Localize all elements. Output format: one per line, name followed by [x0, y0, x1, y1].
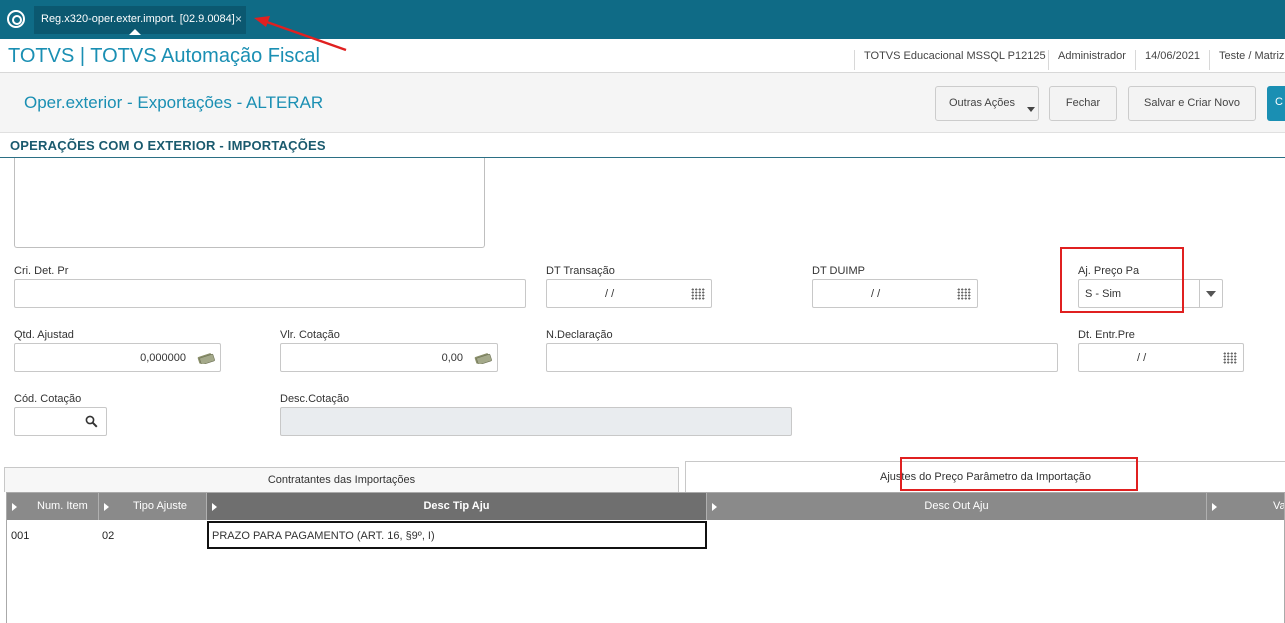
dt-entr-pre-value: / / — [1137, 352, 1147, 364]
chevron-down-icon[interactable] — [1206, 291, 1216, 297]
dt-transacao-label: DT Transação — [546, 265, 615, 277]
money-icon[interactable] — [197, 352, 215, 364]
memo-field[interactable] — [14, 158, 485, 248]
adjustments-grid[interactable]: Num. Item Tipo Ajuste Desc Tip Aju Desc … — [6, 492, 1285, 623]
tab-label: Reg.x320-oper.exter.import. [02.9.0084] — [41, 13, 235, 25]
qtd-ajustad-value: 0,000000 — [140, 352, 186, 364]
page-header: Oper.exterior - Exportações - ALTERAR Ou… — [0, 73, 1285, 133]
n-declaracao-field[interactable] — [546, 343, 1058, 372]
cri-det-pr-label: Cri. Det. Pr — [14, 265, 69, 277]
n-declaracao-label: N.Declaração — [546, 329, 613, 341]
open-routine-tab[interactable]: Reg.x320-oper.exter.import. [02.9.0084] … — [34, 6, 246, 35]
qtd-ajustad-label: Qtd. Ajustad — [14, 329, 74, 341]
other-actions-label: Outras Ações — [948, 97, 1016, 109]
confirm-button[interactable]: C — [1267, 86, 1285, 121]
dt-entr-pre-label: Dt. Entr.Pre — [1078, 329, 1135, 341]
date-label[interactable]: 14/06/2021 — [1135, 50, 1200, 70]
column-arrow-icon — [1212, 503, 1217, 511]
close-icon[interactable]: × — [235, 12, 242, 26]
col-tipo-ajuste-label: Tipo Ajuste — [133, 500, 188, 512]
dt-duimp-field[interactable]: / / — [812, 279, 978, 308]
column-arrow-icon — [12, 503, 17, 511]
user-label[interactable]: Administrador — [1048, 50, 1126, 70]
calendar-icon[interactable] — [691, 288, 705, 300]
cell-num-item: 001 — [11, 530, 30, 542]
col-val[interactable]: Val — [1207, 493, 1284, 520]
tab-pointer — [129, 29, 141, 35]
environment-label[interactable]: TOTVS Educacional MSSQL P12125 — [854, 50, 1046, 70]
calendar-icon[interactable] — [957, 288, 971, 300]
desc-cotacao-field — [280, 407, 792, 436]
col-val-label: Val — [1273, 500, 1284, 512]
qtd-ajustad-field[interactable]: 0,000000 — [14, 343, 221, 372]
close-button[interactable]: Fechar — [1049, 86, 1117, 121]
cod-cotacao-label: Cód. Cotação — [14, 393, 82, 405]
annotation-box-aj-preco — [1060, 247, 1184, 313]
search-icon[interactable] — [85, 415, 98, 428]
dt-entr-pre-field[interactable]: / / — [1078, 343, 1244, 372]
dt-transacao-value: / / — [605, 288, 615, 300]
branch-label[interactable]: Teste / Matriz — [1209, 50, 1284, 70]
desc-cotacao-label: Desc.Cotação — [280, 393, 350, 405]
section-title: OPERAÇÕES COM O EXTERIOR - IMPORTAÇÕES — [10, 138, 326, 153]
cell-desc-tip-aju: PRAZO PARA PAGAMENTO (ART. 16, §9º, I) — [212, 530, 435, 542]
dt-duimp-value: / / — [871, 288, 881, 300]
vlr-cotacao-value: 0,00 — [441, 352, 463, 364]
tab-contratantes[interactable]: Contratantes das Importações — [4, 467, 679, 492]
col-desc-tip-aju[interactable]: Desc Tip Aju — [207, 493, 707, 520]
col-num-item[interactable]: Num. Item — [7, 493, 99, 520]
page-title: Oper.exterior - Exportações - ALTERAR — [24, 93, 324, 112]
column-arrow-icon — [104, 503, 109, 511]
column-arrow-icon — [712, 503, 717, 511]
dt-duimp-label: DT DUIMP — [812, 265, 865, 277]
top-bar: Reg.x320-oper.exter.import. [02.9.0084] … — [0, 0, 1285, 39]
column-arrow-icon — [212, 503, 217, 511]
cell-tipo-ajuste: 02 — [102, 530, 115, 542]
vlr-cotacao-field[interactable]: 0,00 — [280, 343, 498, 372]
cri-det-pr-field[interactable] — [14, 279, 526, 308]
vlr-cotacao-label: Vlr. Cotação — [280, 329, 340, 341]
grid-header: Num. Item Tipo Ajuste Desc Tip Aju Desc … — [7, 493, 1284, 520]
app-header: TOTVS | TOTVS Automação Fiscal TOTVS Edu… — [0, 39, 1285, 73]
money-icon[interactable] — [474, 352, 492, 364]
app-menu-icon[interactable] — [7, 10, 25, 28]
save-and-new-button[interactable]: Salvar e Criar Novo — [1128, 86, 1256, 121]
dt-transacao-field[interactable]: / / — [546, 279, 712, 308]
col-desc-tip-aju-label: Desc Tip Aju — [423, 500, 490, 512]
chevron-down-icon — [1027, 107, 1035, 112]
calendar-icon[interactable] — [1223, 352, 1237, 364]
col-desc-out-aju[interactable]: Desc Out Aju — [707, 493, 1207, 520]
selected-cell[interactable]: PRAZO PARA PAGAMENTO (ART. 16, §9º, I) — [207, 521, 707, 549]
annotation-box-ajustes-tab — [900, 457, 1138, 491]
select-divider — [1199, 280, 1200, 307]
other-actions-button[interactable]: Outras Ações — [935, 86, 1039, 121]
col-desc-out-aju-label: Desc Out Aju — [924, 500, 989, 512]
col-num-item-label: Num. Item — [37, 500, 88, 512]
cod-cotacao-field[interactable] — [14, 407, 107, 436]
annotation-arrow — [254, 16, 347, 52]
col-tipo-ajuste[interactable]: Tipo Ajuste — [99, 493, 207, 520]
